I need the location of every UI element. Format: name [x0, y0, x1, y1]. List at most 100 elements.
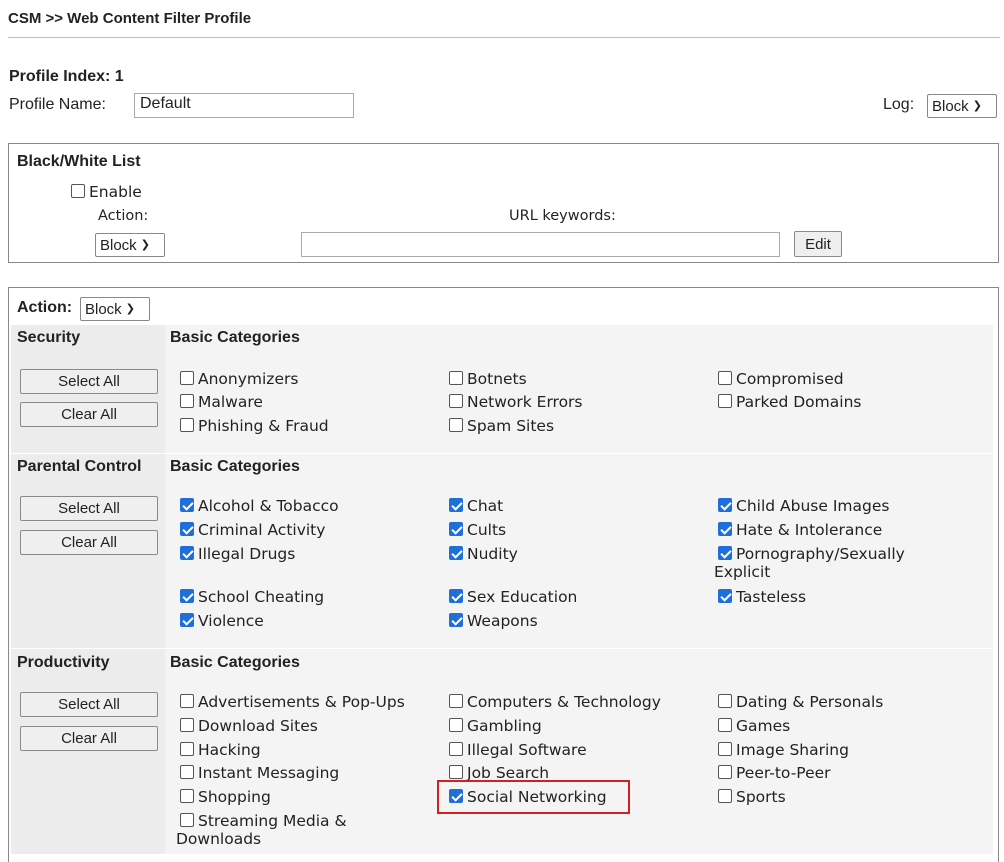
weapons-label: Weapons	[467, 612, 538, 630]
productivity-select-all-button[interactable]: Select All	[20, 692, 158, 717]
category-sports[interactable]: Sports	[718, 788, 786, 806]
category-illegal-software[interactable]: Illegal Software	[449, 741, 587, 759]
category-parked-domains[interactable]: Parked Domains	[718, 393, 861, 411]
category-shopping[interactable]: Shopping	[180, 788, 271, 806]
category-dating-personals[interactable]: Dating & Personals	[718, 693, 883, 711]
category-botnets[interactable]: Botnets	[449, 370, 527, 388]
illegal-software-checkbox[interactable]	[449, 742, 463, 756]
pornography-sexually-checkbox[interactable]	[718, 546, 732, 560]
category-illegal-drugs[interactable]: Illegal Drugs	[180, 545, 295, 563]
category-network-errors[interactable]: Network Errors	[449, 393, 583, 411]
category-malware[interactable]: Malware	[180, 393, 263, 411]
streaming-media-checkbox[interactable]	[180, 813, 194, 827]
dating-personals-checkbox[interactable]	[718, 694, 732, 708]
enable-checkbox-row[interactable]: Enable	[71, 183, 142, 201]
bw-action-value: Block	[100, 236, 137, 254]
category-spam-sites[interactable]: Spam Sites	[449, 417, 554, 435]
category-hacking[interactable]: Hacking	[180, 741, 261, 759]
category-cults[interactable]: Cults	[449, 521, 506, 539]
malware-checkbox[interactable]	[180, 394, 194, 408]
sports-checkbox[interactable]	[718, 789, 732, 803]
phishing-fraud-checkbox[interactable]	[180, 418, 194, 432]
advertisements-pop-ups-checkbox[interactable]	[180, 694, 194, 708]
url-keywords-input[interactable]	[301, 232, 780, 257]
alcohol-tobacco-label: Alcohol & Tobacco	[198, 497, 339, 515]
category-download-sites[interactable]: Download Sites	[180, 717, 318, 735]
category-alcohol-tobacco[interactable]: Alcohol & Tobacco	[180, 497, 339, 515]
job-search-checkbox[interactable]	[449, 765, 463, 779]
child-abuse-images-checkbox[interactable]	[718, 498, 732, 512]
botnets-label: Botnets	[467, 370, 527, 388]
parental-clear-all-button[interactable]: Clear All	[20, 530, 158, 555]
hate-intolerance-checkbox[interactable]	[718, 522, 732, 536]
gambling-checkbox[interactable]	[449, 718, 463, 732]
sex-education-checkbox[interactable]	[449, 589, 463, 603]
instant-messaging-checkbox[interactable]	[180, 765, 194, 779]
games-checkbox[interactable]	[718, 718, 732, 732]
download-sites-checkbox[interactable]	[180, 718, 194, 732]
category-gambling[interactable]: Gambling	[449, 717, 542, 735]
nudity-checkbox[interactable]	[449, 546, 463, 560]
alcohol-tobacco-checkbox[interactable]	[180, 498, 194, 512]
category-peer-to-peer[interactable]: Peer-to-Peer	[718, 764, 831, 782]
category-nudity[interactable]: Nudity	[449, 545, 518, 563]
black-white-list-panel: Black/White List Enable Action: URL keyw…	[8, 143, 999, 263]
phishing-fraud-label: Phishing & Fraud	[198, 417, 329, 435]
criminal-activity-label: Criminal Activity	[198, 521, 326, 539]
illegal-drugs-checkbox[interactable]	[180, 546, 194, 560]
parked-domains-label: Parked Domains	[736, 393, 862, 411]
log-select[interactable]: Block ❯	[927, 94, 997, 118]
network-errors-checkbox[interactable]	[449, 394, 463, 408]
spam-sites-checkbox[interactable]	[449, 418, 463, 432]
violence-checkbox[interactable]	[180, 613, 194, 627]
category-violence[interactable]: Violence	[180, 612, 264, 630]
peer-to-peer-checkbox[interactable]	[718, 765, 732, 779]
school-cheating-checkbox[interactable]	[180, 589, 194, 603]
category-sex-education[interactable]: Sex Education	[449, 588, 577, 606]
criminal-activity-checkbox[interactable]	[180, 522, 194, 536]
category-school-cheating[interactable]: School Cheating	[180, 588, 324, 606]
security-select-all-button[interactable]: Select All	[20, 369, 158, 394]
compromised-checkbox[interactable]	[718, 371, 732, 385]
category-criminal-activity[interactable]: Criminal Activity	[180, 521, 325, 539]
filter-action-select[interactable]: Block ❯	[80, 297, 150, 321]
category-child-abuse-images[interactable]: Child Abuse Images	[718, 497, 889, 515]
category-pornography-sexually[interactable]: Pornography/Sexually Explicit	[714, 545, 905, 581]
category-tasteless[interactable]: Tasteless	[718, 588, 806, 606]
parental-select-all-button[interactable]: Select All	[20, 496, 158, 521]
category-instant-messaging[interactable]: Instant Messaging	[180, 764, 339, 782]
chat-checkbox[interactable]	[449, 498, 463, 512]
security-clear-all-button[interactable]: Clear All	[20, 402, 158, 427]
category-phishing-fraud[interactable]: Phishing & Fraud	[180, 417, 329, 435]
productivity-clear-all-button[interactable]: Clear All	[20, 726, 158, 751]
botnets-checkbox[interactable]	[449, 371, 463, 385]
category-streaming-media[interactable]: Streaming Media & Downloads	[176, 812, 347, 848]
shopping-checkbox[interactable]	[180, 789, 194, 803]
category-image-sharing[interactable]: Image Sharing	[718, 741, 849, 759]
category-advertisements-pop-ups[interactable]: Advertisements & Pop-Ups	[180, 693, 405, 711]
enable-checkbox[interactable]	[71, 184, 85, 198]
hacking-checkbox[interactable]	[180, 742, 194, 756]
profile-name-label: Profile Name:	[9, 96, 106, 113]
category-games[interactable]: Games	[718, 717, 790, 735]
category-weapons[interactable]: Weapons	[449, 612, 538, 630]
computers-technology-checkbox[interactable]	[449, 694, 463, 708]
category-chat[interactable]: Chat	[449, 497, 503, 515]
category-compromised[interactable]: Compromised	[718, 370, 844, 388]
compromised-label: Compromised	[736, 370, 844, 388]
image-sharing-checkbox[interactable]	[718, 742, 732, 756]
hacking-label: Hacking	[198, 741, 261, 759]
category-computers-technology[interactable]: Computers & Technology	[449, 693, 661, 711]
sex-education-label: Sex Education	[467, 588, 578, 606]
cults-checkbox[interactable]	[449, 522, 463, 536]
tasteless-checkbox[interactable]	[718, 589, 732, 603]
parked-domains-checkbox[interactable]	[718, 394, 732, 408]
weapons-checkbox[interactable]	[449, 613, 463, 627]
category-hate-intolerance[interactable]: Hate & Intolerance	[718, 521, 882, 539]
category-anonymizers[interactable]: Anonymizers	[180, 370, 298, 388]
log-label: Log:	[883, 96, 915, 113]
anonymizers-checkbox[interactable]	[180, 371, 194, 385]
bw-action-select[interactable]: Block ❯	[95, 233, 165, 257]
profile-name-input[interactable]: Default	[134, 93, 354, 118]
edit-button[interactable]: Edit	[794, 231, 842, 257]
